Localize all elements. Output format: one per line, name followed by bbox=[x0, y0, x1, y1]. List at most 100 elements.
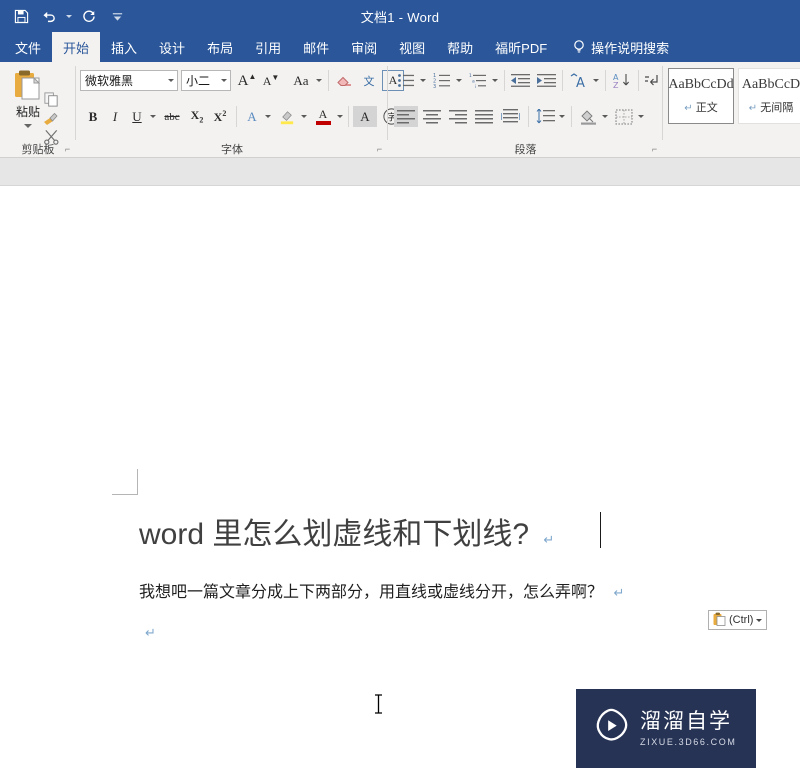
asian-layout-button[interactable]: A bbox=[567, 70, 591, 91]
play-button-icon bbox=[592, 707, 630, 750]
paste-options-button[interactable]: (Ctrl) bbox=[708, 610, 768, 630]
borders-button[interactable] bbox=[612, 106, 636, 127]
divider bbox=[236, 106, 237, 127]
style-label-normal: ↵ 正文 bbox=[684, 102, 718, 114]
paragraph-dialog-launcher[interactable]: ⌐ bbox=[649, 144, 660, 155]
chevron-down-icon[interactable] bbox=[756, 618, 763, 622]
subscript-button[interactable]: X2 bbox=[186, 106, 208, 127]
align-left-button[interactable] bbox=[394, 106, 418, 127]
tab-file[interactable]: 文件 bbox=[4, 32, 52, 62]
tab-view[interactable]: 视图 bbox=[388, 32, 436, 62]
grow-font-button[interactable]: A▲ bbox=[236, 70, 258, 91]
strikethrough-button[interactable]: abc bbox=[160, 106, 184, 127]
style-sample: AaBbCcDd bbox=[668, 77, 734, 92]
document-surround bbox=[0, 158, 800, 186]
superscript-button[interactable]: X2 bbox=[209, 106, 231, 127]
font-color-button[interactable]: A bbox=[311, 106, 335, 127]
italic-button[interactable]: I bbox=[104, 106, 126, 127]
font-size-combo[interactable]: 小二 bbox=[181, 70, 231, 91]
increase-indent-button[interactable] bbox=[534, 70, 558, 91]
tab-design[interactable]: 设计 bbox=[148, 32, 196, 62]
numbering-button[interactable]: 123 bbox=[430, 70, 454, 91]
chevron-down-icon[interactable] bbox=[164, 79, 177, 82]
chevron-down-icon[interactable] bbox=[263, 106, 273, 127]
copy-icon[interactable] bbox=[40, 89, 62, 109]
clipboard-dialog-launcher[interactable]: ⌐ bbox=[62, 144, 73, 155]
tab-help[interactable]: 帮助 bbox=[436, 32, 484, 62]
watermark-text: 溜溜自学 ZIXUE.3D66.COM bbox=[640, 710, 736, 746]
style-item-no-spacing[interactable]: AaBbCcD ↵ 无间隔 bbox=[738, 68, 800, 124]
tab-home[interactable]: 开始 bbox=[52, 32, 101, 62]
ribbon-group-paragraph: 123 1ai A AZ 段落 ⌐ bbox=[388, 62, 663, 158]
change-case-button[interactable]: Aa bbox=[288, 70, 314, 91]
ribbon-group-clipboard: 粘贴 剪贴板 ⌐ bbox=[0, 62, 76, 158]
tell-me-search[interactable]: 操作说明搜索 bbox=[558, 32, 677, 62]
phonetic-guide-button[interactable]: 文 bbox=[358, 70, 380, 91]
decrease-indent-button[interactable] bbox=[508, 70, 532, 91]
shading-button[interactable] bbox=[576, 106, 600, 127]
style-item-normal[interactable]: AaBbCcDd ↵ 正文 bbox=[668, 68, 734, 124]
chevron-down-icon[interactable] bbox=[454, 70, 464, 91]
align-right-button[interactable] bbox=[446, 106, 470, 127]
tab-foxit-pdf[interactable]: 福昕PDF bbox=[484, 32, 558, 62]
divider bbox=[528, 106, 529, 127]
font-dialog-launcher[interactable]: ⌐ bbox=[374, 144, 385, 155]
ribbon-group-styles: AaBbCcDd ↵ 正文 AaBbCcD ↵ 无间隔 bbox=[664, 62, 800, 158]
document-empty-paragraph: ↵ bbox=[139, 624, 156, 641]
watermark-overlay: 溜溜自学 ZIXUE.3D66.COM bbox=[576, 689, 756, 768]
watermark-brand: 溜溜自学 bbox=[640, 710, 732, 734]
multilevel-list-button[interactable]: 1ai bbox=[466, 70, 490, 91]
document-page[interactable]: word 里怎么划虚线和下划线? ↵ 我想吧一篇文章分成上下两部分，用直线或虚线… bbox=[0, 186, 800, 768]
clipboard-icon bbox=[713, 612, 726, 629]
paintbrush-icon[interactable] bbox=[40, 109, 62, 129]
svg-text:1: 1 bbox=[469, 73, 472, 79]
title-bar: 文档1 - Word bbox=[0, 0, 800, 32]
tab-mailings[interactable]: 邮件 bbox=[292, 32, 340, 62]
ribbon-group-font: 微软雅黑 小二 A▲ A▼ Aa 文 A B I U abc X2 X2 A A… bbox=[76, 62, 404, 158]
clear-formatting-button[interactable] bbox=[332, 70, 356, 91]
tab-review[interactable]: 审阅 bbox=[340, 32, 388, 62]
shrink-font-button[interactable]: A▼ bbox=[260, 70, 282, 91]
chevron-down-icon[interactable] bbox=[418, 70, 428, 91]
paste-dropdown-icon[interactable] bbox=[24, 124, 32, 128]
style-label-no-spacing: ↵ 无间隔 bbox=[748, 102, 794, 114]
window-title: 文档1 - Word bbox=[360, 9, 440, 25]
text-caret bbox=[600, 512, 601, 548]
chevron-down-icon[interactable] bbox=[335, 106, 345, 127]
character-shading-button[interactable]: A bbox=[353, 106, 377, 127]
sort-button[interactable]: AZ bbox=[610, 70, 634, 91]
divider bbox=[562, 70, 563, 91]
line-spacing-button[interactable] bbox=[533, 106, 557, 127]
text-highlight-color-button[interactable] bbox=[275, 106, 299, 127]
align-center-button[interactable] bbox=[420, 106, 444, 127]
document-paragraph-text: 我想吧一篇文章分成上下两部分，用直线或虚线分开，怎么弄啊？ bbox=[139, 584, 604, 601]
underline-button[interactable]: U bbox=[126, 106, 148, 127]
chevron-down-icon[interactable] bbox=[600, 106, 610, 127]
chevron-down-icon[interactable] bbox=[591, 70, 601, 91]
chevron-down-icon[interactable] bbox=[299, 106, 309, 127]
chevron-down-icon[interactable] bbox=[217, 79, 230, 82]
chevron-down-icon[interactable] bbox=[314, 70, 324, 91]
divider bbox=[571, 106, 572, 127]
bold-button[interactable]: B bbox=[82, 106, 104, 127]
underline-dropdown-icon[interactable] bbox=[148, 106, 158, 127]
font-name-combo[interactable]: 微软雅黑 bbox=[80, 70, 178, 91]
text-boundary-corner bbox=[112, 469, 138, 495]
svg-text:a: a bbox=[472, 80, 475, 85]
divider bbox=[638, 70, 639, 91]
chevron-down-icon[interactable] bbox=[636, 106, 646, 127]
bullets-button[interactable] bbox=[394, 70, 418, 91]
i-beam-cursor bbox=[374, 694, 383, 714]
show-hide-marks-button[interactable] bbox=[641, 70, 663, 91]
chevron-down-icon[interactable] bbox=[490, 70, 500, 91]
distribute-button[interactable] bbox=[498, 106, 522, 127]
tab-references[interactable]: 引用 bbox=[244, 32, 292, 62]
pilcrow-icon: ↵ bbox=[684, 103, 693, 114]
tab-insert[interactable]: 插入 bbox=[100, 32, 148, 62]
tab-layout[interactable]: 布局 bbox=[196, 32, 244, 62]
svg-text:Z: Z bbox=[613, 81, 619, 89]
text-effects-button[interactable]: A bbox=[241, 106, 263, 127]
chevron-down-icon[interactable] bbox=[557, 106, 567, 127]
divider bbox=[605, 70, 606, 91]
justify-button[interactable] bbox=[472, 106, 496, 127]
